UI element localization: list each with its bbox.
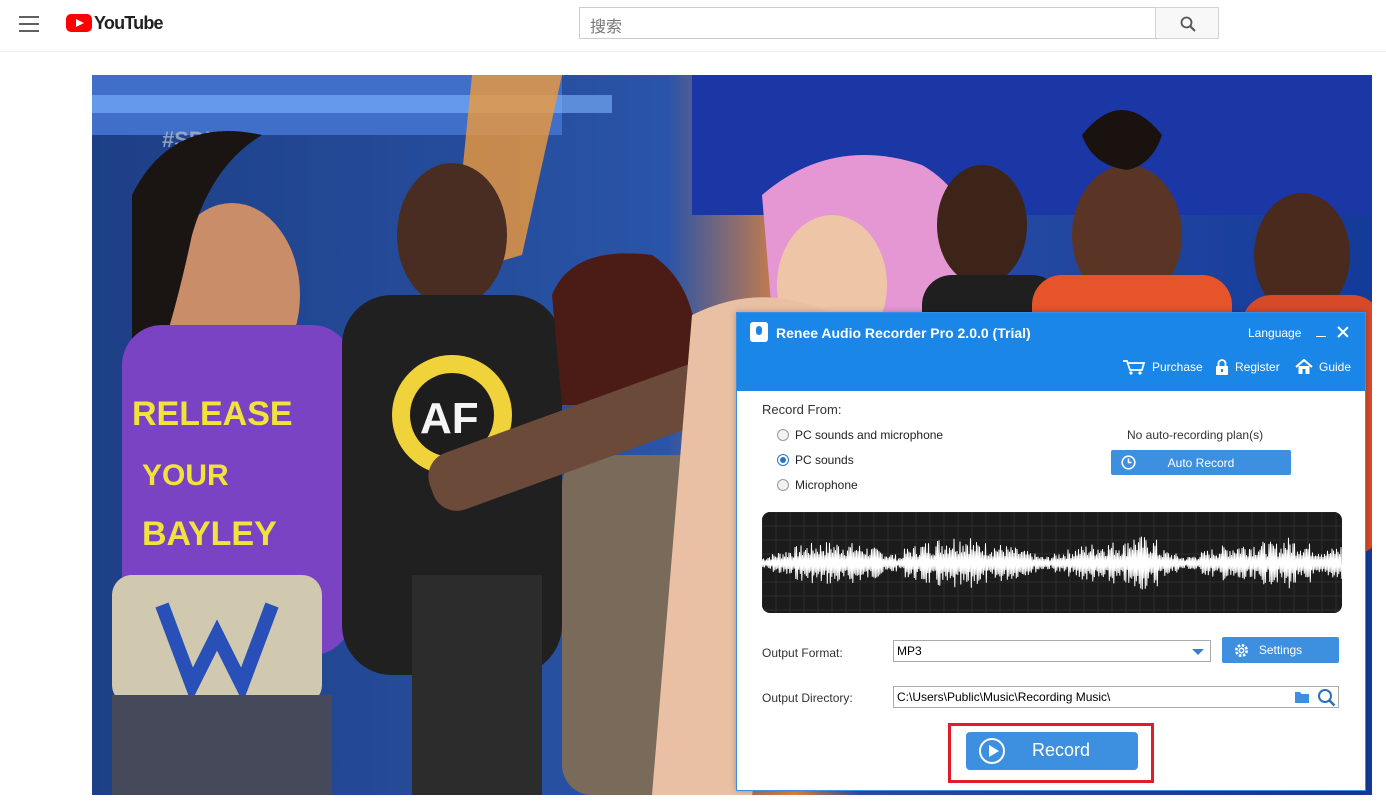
home-icon [1295, 359, 1313, 374]
youtube-play-icon [66, 14, 92, 32]
search-icon[interactable] [1317, 688, 1336, 707]
radio-label: PC sounds [795, 453, 854, 467]
folder-icon[interactable] [1294, 690, 1310, 704]
cart-icon [1123, 360, 1146, 375]
purchase-link[interactable]: Purchase [1122, 359, 1203, 375]
language-menu[interactable]: Language [1248, 326, 1301, 340]
output-format-select[interactable]: MP3 [893, 640, 1211, 662]
minimize-icon[interactable] [1314, 325, 1328, 339]
shirt-text-2: YOUR [142, 459, 229, 492]
register-link[interactable]: Register [1215, 359, 1280, 375]
output-directory-label: Output Directory: [762, 691, 853, 705]
register-label: Register [1235, 360, 1280, 374]
guide-link[interactable]: Guide [1295, 359, 1351, 375]
radio-label: Microphone [795, 478, 858, 492]
settings-button[interactable]: Settings [1222, 637, 1339, 663]
clock-icon [1121, 455, 1136, 470]
close-icon[interactable] [1336, 325, 1350, 339]
record-from-label: Record From: [762, 402, 842, 417]
radio-label: PC sounds and microphone [795, 428, 944, 442]
chevron-down-icon [1192, 649, 1204, 655]
lock-icon [1216, 359, 1228, 375]
radio-dot [777, 479, 789, 491]
settings-label: Settings [1258, 643, 1303, 657]
shirt-text-3: BAYLEY [142, 515, 277, 553]
waveform [762, 512, 1342, 613]
output-directory-field[interactable]: C:\Users\Public\Music\Recording Music\ [893, 686, 1339, 708]
search-placeholder: 搜索 [590, 19, 623, 36]
gear-icon [1235, 644, 1248, 657]
svg-text:AF: AF [420, 394, 479, 443]
output-directory-value: C:\Users\Public\Music\Recording Music\ [897, 690, 1111, 704]
radio-microphone[interactable]: Microphone [777, 478, 858, 492]
radio-pc-sounds-and-microphone[interactable]: PC sounds and microphone [777, 428, 943, 442]
window-title: Renee Audio Recorder Pro 2.0.0 (Trial) [776, 325, 1031, 341]
menu-icon[interactable] [19, 16, 39, 32]
youtube-logo[interactable]: YouTube [66, 12, 164, 33]
search-input[interactable]: 搜索 [579, 7, 1155, 39]
plan-status: No auto-recording plan(s) [1127, 428, 1264, 442]
search-icon [1180, 16, 1196, 32]
auto-record-button[interactable]: Auto Record [1111, 450, 1291, 475]
purchase-label: Purchase [1152, 360, 1203, 374]
record-highlight-box [948, 723, 1154, 783]
guide-label: Guide [1319, 360, 1352, 374]
radio-pc-sounds[interactable]: PC sounds [777, 453, 854, 467]
output-format-value: MP3 [897, 644, 922, 658]
youtube-logo-text: YouTube [94, 12, 164, 33]
recorder-window: Renee Audio Recorder Pro 2.0.0 (Trial) L… [736, 312, 1366, 791]
radio-dot-selected [777, 454, 789, 466]
search-button[interactable] [1155, 7, 1219, 39]
waveform-display [762, 512, 1342, 613]
microphone-icon [750, 322, 768, 342]
youtube-header: YouTube 搜索 [0, 0, 1386, 52]
recorder-titlebar: Renee Audio Recorder Pro 2.0.0 (Trial) L… [737, 313, 1365, 391]
auto-record-label: Auto Record [1167, 455, 1235, 470]
output-format-label: Output Format: [762, 646, 843, 660]
radio-dot [777, 429, 789, 441]
shirt-text-1: RELEASE [132, 395, 293, 433]
